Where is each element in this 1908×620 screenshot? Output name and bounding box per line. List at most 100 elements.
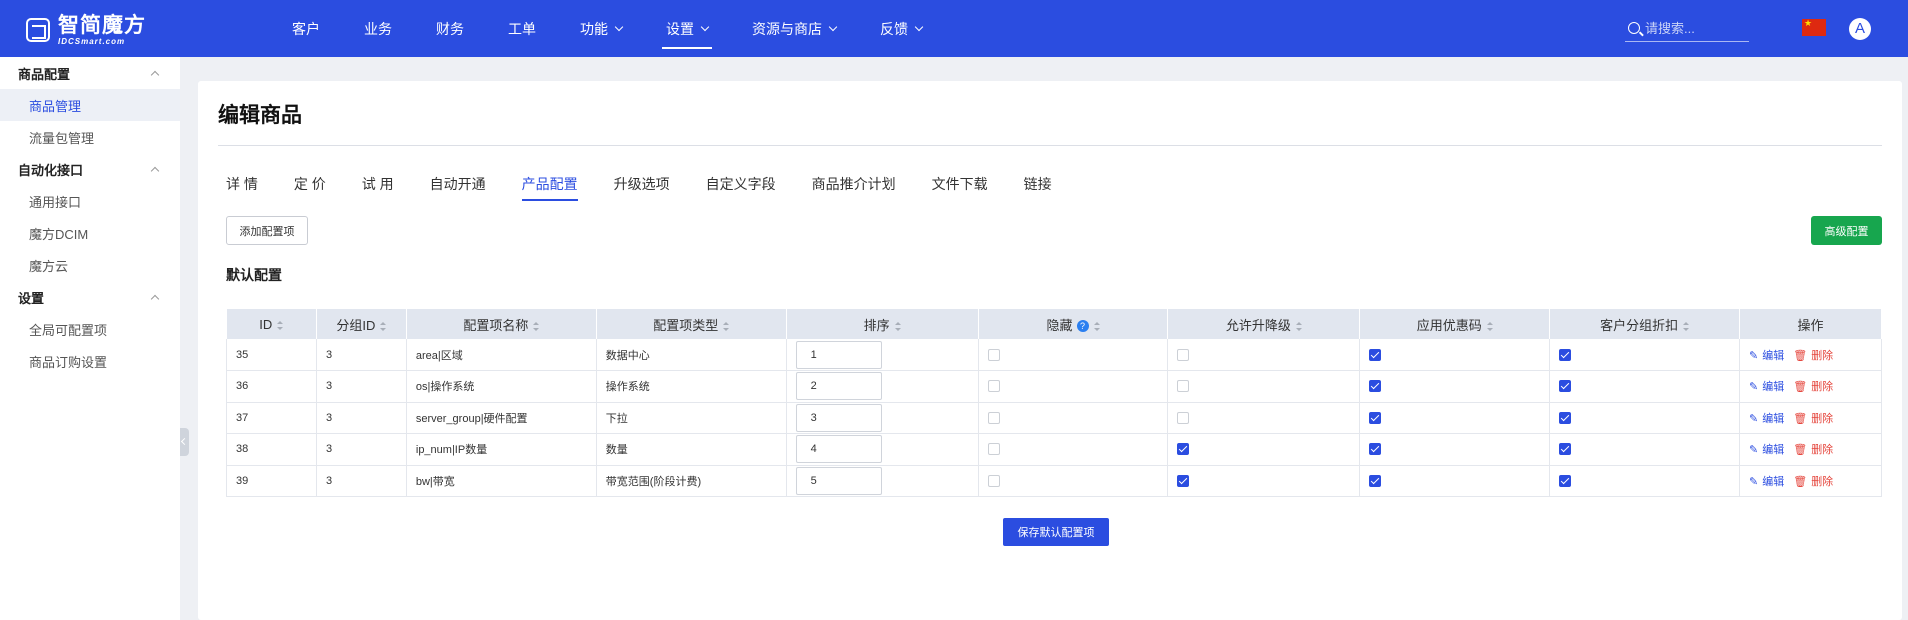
- order-input[interactable]: 2: [795, 372, 882, 401]
- search-input[interactable]: 请搜索...: [1625, 14, 1749, 42]
- sidebar-item[interactable]: 魔方DCIM: [0, 217, 180, 249]
- col-header-coupon[interactable]: 应用优惠码: [1359, 309, 1551, 339]
- col-header-upgrade[interactable]: 允许升降级: [1167, 309, 1361, 339]
- upgrade-checkbox[interactable]: [1177, 348, 1190, 361]
- save-default-config-button[interactable]: 保存默认配置项: [1003, 518, 1109, 546]
- sidebar-item[interactable]: 商品订购设置: [0, 345, 180, 377]
- hidden-checkbox[interactable]: [987, 411, 1000, 424]
- trash-icon: 🗑: [1793, 475, 1808, 488]
- language-flag-icon[interactable]: [1802, 18, 1826, 36]
- nav-item-1[interactable]: 业务: [360, 0, 396, 57]
- edit-button[interactable]: ✎ 编辑: [1749, 350, 1784, 362]
- order-input[interactable]: 3: [795, 403, 882, 432]
- hidden-checkbox[interactable]: [987, 443, 1000, 456]
- hidden-checkbox[interactable]: [987, 474, 1000, 487]
- col-header-name[interactable]: 配置项名称: [406, 309, 597, 339]
- nav-item-3[interactable]: 工单: [504, 0, 540, 57]
- sidebar-item[interactable]: 全局可配置项: [0, 313, 180, 345]
- delete-button[interactable]: 🗑 删除: [1793, 444, 1833, 456]
- coupon-checkbox[interactable]: [1369, 380, 1382, 393]
- sort-icon: [277, 320, 284, 330]
- col-header-hidden[interactable]: 隐藏?: [978, 309, 1169, 339]
- sidebar-item[interactable]: 魔方云: [0, 249, 180, 281]
- sort-icon: [723, 321, 730, 331]
- tab-9[interactable]: 链接: [1024, 174, 1052, 201]
- edit-button[interactable]: ✎ 编辑: [1749, 381, 1784, 393]
- brand-logo[interactable]: 智简魔方 IDCSmart.com: [26, 14, 146, 46]
- main-nav: 客户 业务 财务 工单 功能 设置 资源与商店 反馈: [270, 0, 944, 57]
- sidebar-group[interactable]: 商品配置: [0, 57, 180, 89]
- nav-item-7[interactable]: 反馈: [876, 0, 926, 57]
- cell-actions: ✎ 编辑 🗑 删除: [1739, 433, 1882, 466]
- order-input[interactable]: 1: [795, 340, 882, 369]
- sidebar-item[interactable]: 通用接口: [0, 185, 180, 217]
- edit-button[interactable]: ✎ 编辑: [1749, 413, 1784, 425]
- upgrade-checkbox[interactable]: [1177, 380, 1190, 393]
- nav-item-6[interactable]: 资源与商店: [748, 0, 840, 57]
- coupon-checkbox[interactable]: [1369, 443, 1382, 456]
- cell-id: 37: [226, 402, 317, 434]
- cell-type: 数据中心: [596, 339, 787, 371]
- coupon-checkbox[interactable]: [1369, 348, 1382, 361]
- pencil-icon: ✎: [1749, 444, 1759, 457]
- coupon-checkbox[interactable]: [1369, 474, 1382, 487]
- cell-group-id: 3: [316, 433, 407, 466]
- discount-checkbox[interactable]: [1559, 474, 1572, 487]
- edit-button[interactable]: ✎ 编辑: [1749, 476, 1784, 488]
- sidebar-item[interactable]: 商品管理: [0, 89, 180, 121]
- tab-1[interactable]: 定 价: [294, 174, 326, 201]
- nav-item-2[interactable]: 财务: [432, 0, 468, 57]
- nav-item-5[interactable]: 设置: [662, 0, 712, 57]
- delete-button[interactable]: 🗑 删除: [1793, 476, 1833, 488]
- sidebar-group[interactable]: 设置: [0, 281, 180, 313]
- discount-checkbox[interactable]: [1559, 411, 1572, 424]
- add-config-item-button[interactable]: 添加配置项: [226, 216, 308, 245]
- order-input[interactable]: 4: [795, 435, 882, 464]
- col-header-discount[interactable]: 客户分组折扣: [1549, 309, 1740, 339]
- cell-name: os|操作系统: [406, 370, 597, 403]
- title-divider: [218, 145, 1882, 146]
- col-header-group-id[interactable]: 分组ID: [316, 309, 407, 339]
- tab-5[interactable]: 升级选项: [614, 174, 670, 201]
- help-icon[interactable]: ?: [1076, 320, 1089, 333]
- cell-coupon: [1359, 370, 1551, 403]
- delete-button[interactable]: 🗑 删除: [1793, 381, 1833, 393]
- nav-item-label: 设置: [666, 20, 694, 37]
- tab-7[interactable]: 商品推介计划: [812, 174, 896, 201]
- cell-type: 数量: [596, 433, 787, 466]
- pencil-icon: ✎: [1749, 381, 1759, 394]
- tab-3[interactable]: 自动开通: [430, 174, 486, 201]
- nav-item-0[interactable]: 客户: [288, 0, 324, 57]
- user-avatar[interactable]: A: [1849, 18, 1871, 40]
- discount-checkbox[interactable]: [1559, 443, 1572, 456]
- hidden-checkbox[interactable]: [987, 380, 1000, 393]
- tab-0[interactable]: 详 情: [226, 174, 258, 201]
- sidebar-item[interactable]: 流量包管理: [0, 121, 180, 153]
- coupon-checkbox[interactable]: [1369, 411, 1382, 424]
- col-header-order[interactable]: 排序: [786, 309, 979, 339]
- sidebar: 商品配置 商品管理 流量包管理 自动化接口 通用接口 魔方DCIM 魔方云 设置 全局可配置项商…: [0, 57, 180, 620]
- tab-4[interactable]: 产品配置: [521, 174, 578, 201]
- upgrade-checkbox[interactable]: [1177, 474, 1190, 487]
- upgrade-checkbox[interactable]: [1177, 443, 1190, 456]
- discount-checkbox[interactable]: [1559, 380, 1572, 393]
- cell-group-id: 3: [316, 402, 407, 434]
- upgrade-checkbox[interactable]: [1177, 411, 1190, 424]
- edit-button[interactable]: ✎ 编辑: [1749, 444, 1784, 456]
- sidebar-collapse-handle[interactable]: [180, 428, 189, 456]
- order-input[interactable]: 5: [795, 466, 882, 495]
- col-header-type[interactable]: 配置项类型: [596, 309, 787, 339]
- cell-actions: ✎ 编辑 🗑 删除: [1739, 465, 1882, 497]
- delete-button[interactable]: 🗑 删除: [1793, 413, 1833, 425]
- tab-8[interactable]: 文件下载: [932, 174, 988, 201]
- advanced-config-button[interactable]: 高级配置: [1811, 216, 1882, 245]
- tab-2[interactable]: 试 用: [362, 174, 394, 201]
- hidden-checkbox[interactable]: [987, 348, 1000, 361]
- tab-6[interactable]: 自定义字段: [706, 174, 776, 201]
- col-header-id[interactable]: ID: [226, 309, 317, 339]
- cell-discount: [1549, 339, 1740, 371]
- delete-button[interactable]: 🗑 删除: [1793, 350, 1833, 362]
- sidebar-group[interactable]: 自动化接口: [0, 153, 180, 185]
- discount-checkbox[interactable]: [1559, 348, 1572, 361]
- nav-item-4[interactable]: 功能: [576, 0, 626, 57]
